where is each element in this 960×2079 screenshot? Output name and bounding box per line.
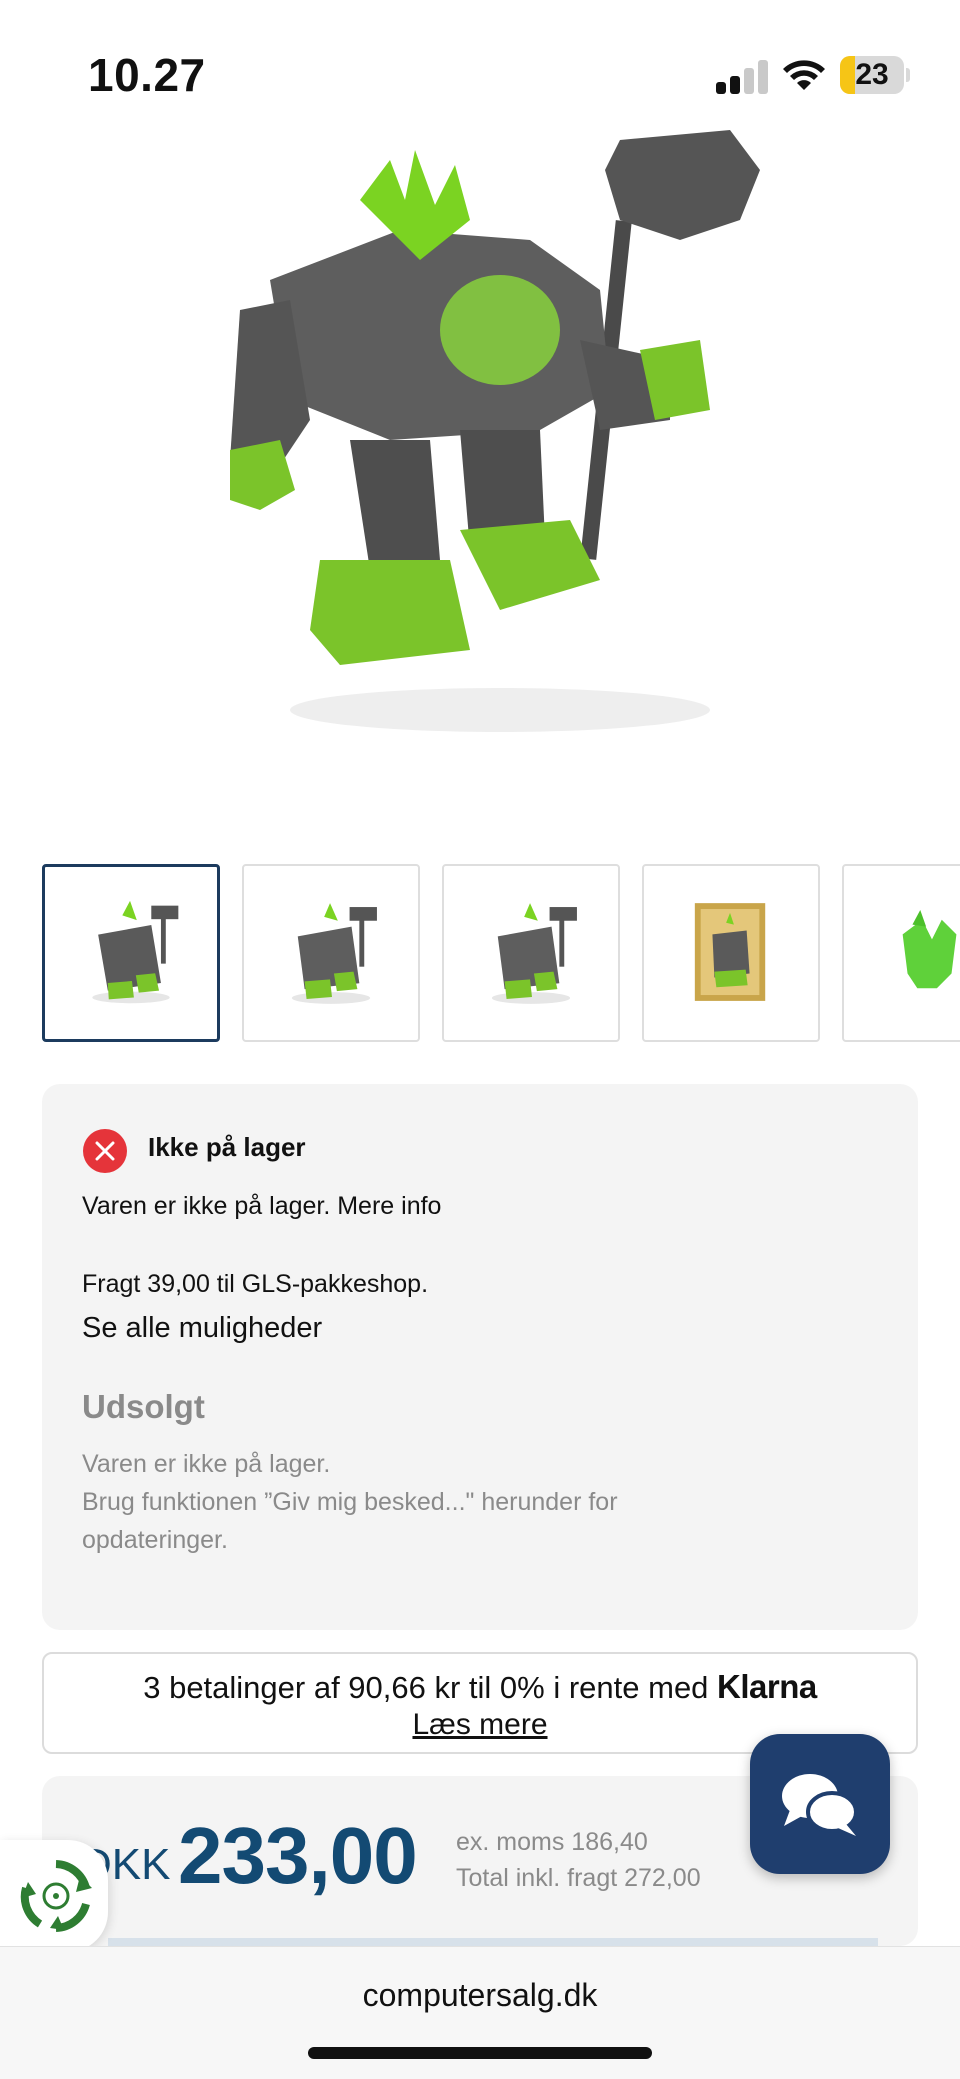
thumbnail-4[interactable] (642, 864, 820, 1042)
thumbnail-2[interactable] (242, 864, 420, 1042)
thumbnail-5[interactable] (842, 864, 960, 1042)
price-amount: 233,00 (178, 1811, 418, 1900)
klarna-read-more-link[interactable]: Læs mere (412, 1708, 547, 1741)
recycle-icon (20, 1860, 92, 1932)
soldout-text-line: Varen er ikke på lager. (82, 1450, 331, 1478)
home-indicator[interactable] (308, 2047, 652, 2059)
close-circle-icon (82, 1128, 128, 1174)
wifi-icon (780, 54, 828, 92)
thumbnail-1[interactable] (42, 864, 220, 1042)
cellular-signal-icon (716, 58, 770, 94)
stock-status-title: Ikke på lager (148, 1132, 306, 1162)
chat-button[interactable] (750, 1734, 890, 1874)
price-divider (108, 1938, 878, 1946)
battery-level: 23 (855, 58, 889, 91)
status-time: 10.27 (88, 49, 206, 101)
shipping-text: Fragt 39,00 til GLS-pakkeshop. (82, 1270, 429, 1298)
eco-badge[interactable] (0, 1840, 108, 1952)
address-bar[interactable]: computersalg.dk (0, 1977, 960, 2014)
soldout-text-line: Brug funktionen ”Giv mig besked..." heru… (82, 1488, 618, 1516)
browser-bottom-bar: computersalg.dk (0, 1946, 960, 2079)
chat-bubbles-icon (782, 1774, 858, 1836)
shipping-options-link[interactable]: Se alle muligheder (82, 1312, 322, 1345)
soldout-text-line: opdateringer. (82, 1526, 228, 1554)
battery-icon: 23 (840, 56, 910, 94)
product-main-image[interactable] (200, 110, 800, 750)
price-total-with-shipping: Total inkl. fragt 272,00 (456, 1864, 701, 1892)
price-ex-vat: ex. moms 186,40 (456, 1828, 648, 1856)
stock-status-panel: Ikke på lager Varen er ikke på lager. Me… (42, 1084, 918, 1630)
soldout-title: Udsolgt (82, 1388, 205, 1425)
thumbnail-3[interactable] (442, 864, 620, 1042)
klarna-text: 3 betalinger af 90,66 kr til 0% i rente … (143, 1670, 718, 1705)
stock-info-text[interactable]: Varen er ikke på lager. Mere info (82, 1192, 441, 1221)
thumbnail-strip[interactable] (0, 864, 960, 1044)
klarna-logo: Klarna (717, 1668, 817, 1705)
